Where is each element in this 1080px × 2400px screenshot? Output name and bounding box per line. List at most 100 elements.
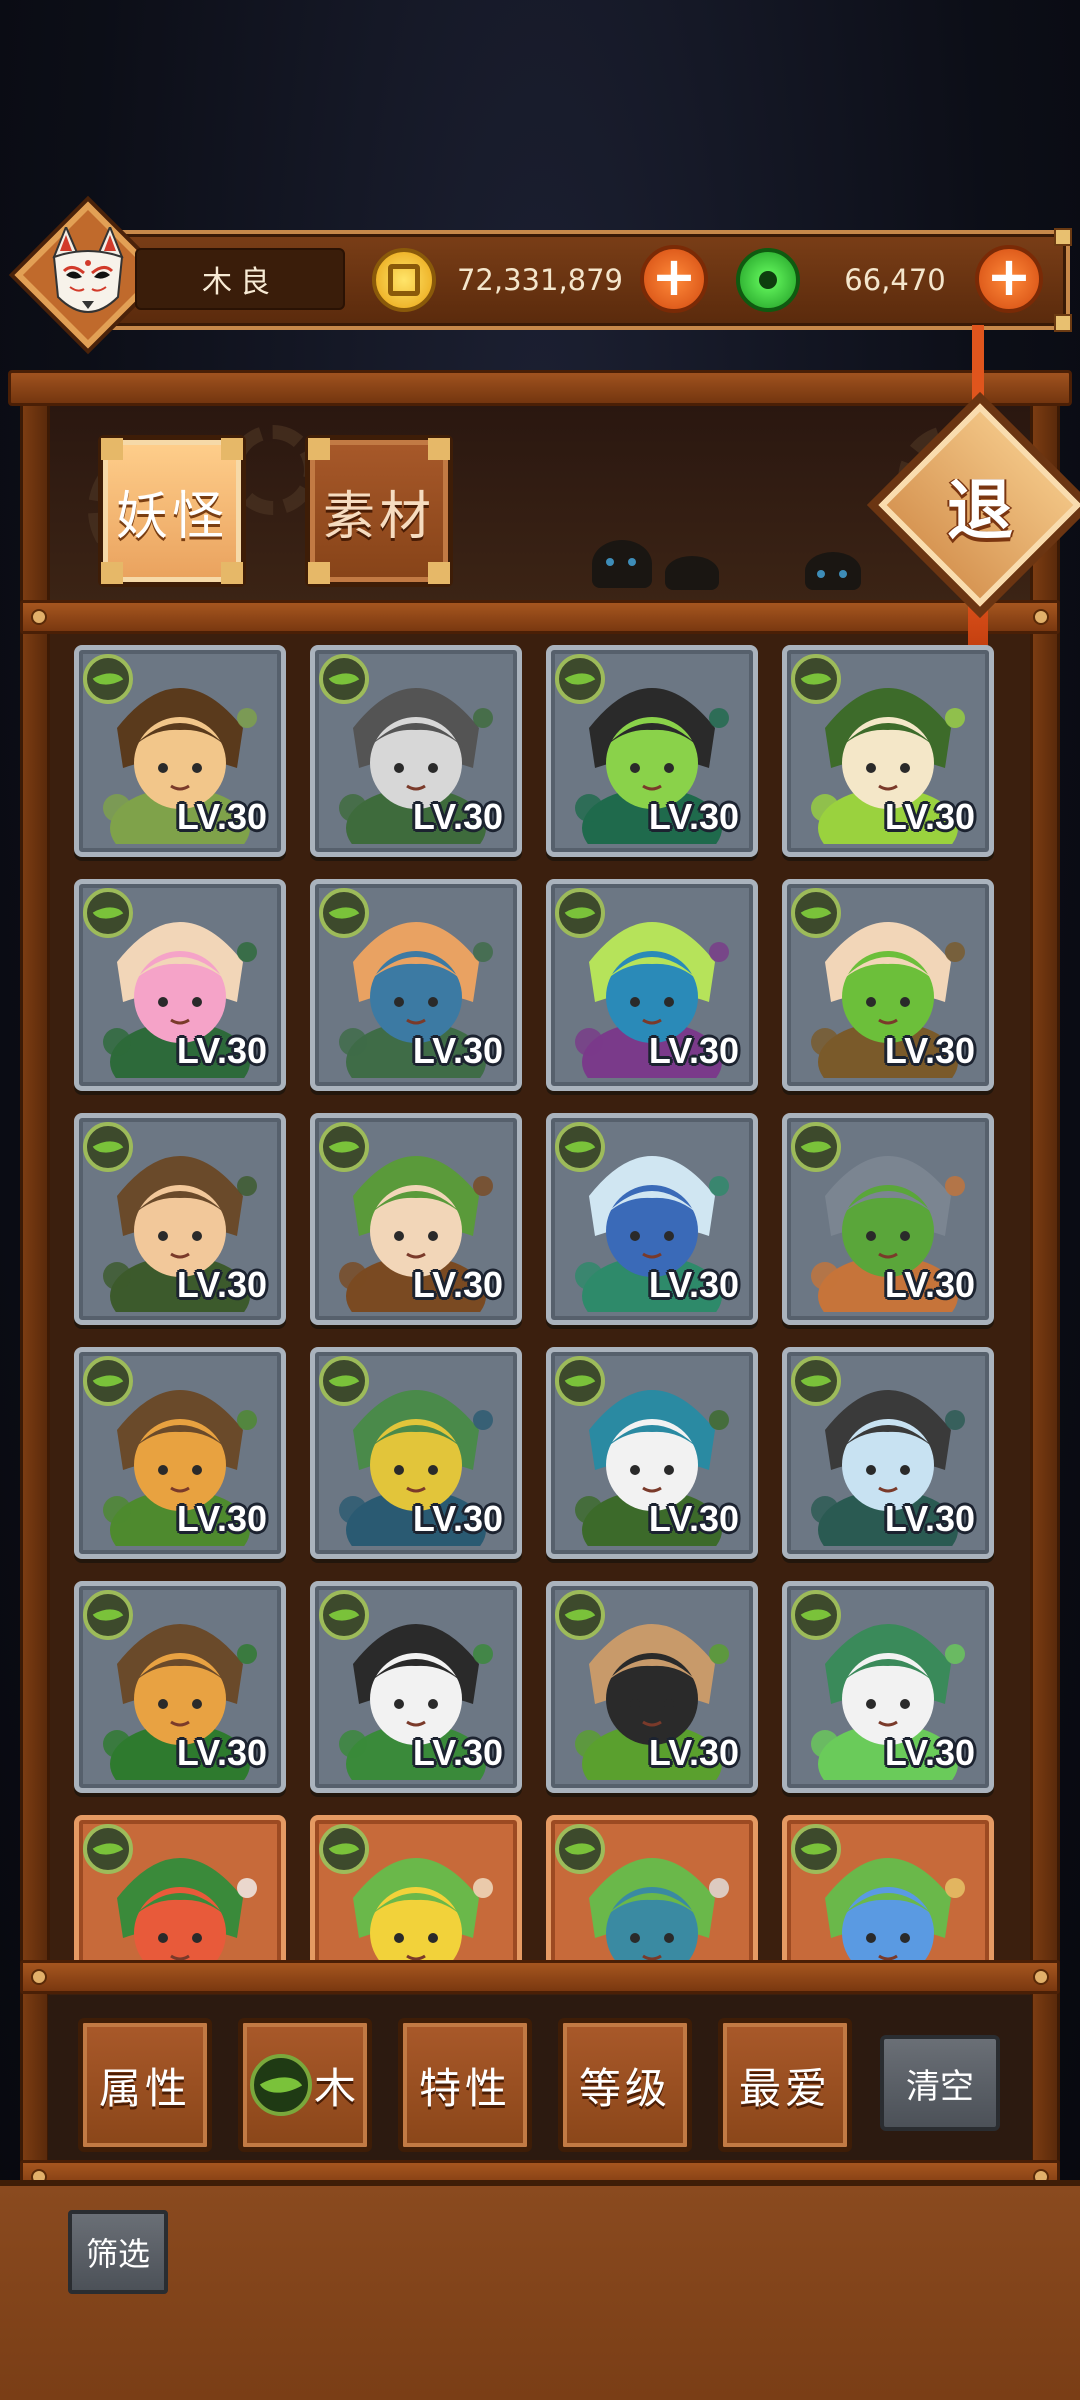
- bar-corner: [1054, 228, 1072, 246]
- leaf-icon: [249, 2054, 312, 2116]
- add-gold-button[interactable]: +: [640, 245, 708, 313]
- monster-card[interactable]: LV.30: [74, 645, 286, 857]
- jade-coin-icon: [736, 248, 800, 312]
- monster-card[interactable]: LV.30: [782, 1347, 994, 1559]
- monster-level: LV.30: [884, 1030, 975, 1071]
- monster-card[interactable]: LV.30: [310, 879, 522, 1091]
- wood-element-icon: [555, 888, 605, 938]
- monster-card[interactable]: LV.30: [74, 1581, 286, 1793]
- monster-card[interactable]: [310, 1815, 522, 1965]
- wood-element-icon: [791, 888, 841, 938]
- monster-level: LV.30: [412, 1732, 503, 1773]
- monster-card[interactable]: LV.30: [74, 1113, 286, 1325]
- wood-element-icon: [791, 1356, 841, 1406]
- monster-level: LV.30: [884, 1264, 975, 1305]
- add-jade-button[interactable]: +: [975, 245, 1043, 313]
- filter-label: 属性: [98, 2063, 191, 2113]
- clear-filter-button[interactable]: 清空: [880, 2035, 1000, 2131]
- filter-label: 等级: [578, 2063, 671, 2113]
- wood-element-icon: [83, 1356, 133, 1406]
- monster-level: LV.30: [648, 1264, 739, 1305]
- monster-level: LV.30: [412, 1030, 503, 1071]
- favorite-filter-button[interactable]: 最爱: [718, 2018, 852, 2152]
- monster-level: LV.30: [884, 1498, 975, 1539]
- monster-level: LV.30: [176, 1732, 267, 1773]
- wood-element-icon: [83, 888, 133, 938]
- tab-materials[interactable]: 素材: [305, 435, 453, 587]
- wood-element-icon: [791, 1824, 841, 1874]
- fox-mask-icon: [52, 227, 124, 313]
- monster-card[interactable]: LV.30: [546, 1581, 758, 1793]
- monster-level: LV.30: [176, 1030, 267, 1071]
- wood-element-icon: [555, 1824, 605, 1874]
- element-filter-button[interactable]: 木: [238, 2018, 372, 2152]
- wood-element-icon: [555, 1590, 605, 1640]
- monster-card[interactable]: LV.30: [782, 1581, 994, 1793]
- filter-label: 特性: [418, 2063, 511, 2113]
- jade-amount: 66,470: [844, 263, 946, 297]
- tab-label: 妖怪: [115, 486, 228, 547]
- wood-element-icon: [319, 888, 369, 938]
- wood-element-icon: [319, 1824, 369, 1874]
- monster-card[interactable]: LV.30: [782, 879, 994, 1091]
- wood-element-icon: [83, 1824, 133, 1874]
- monster-level: LV.30: [176, 1264, 267, 1305]
- trait-filter-button[interactable]: 特性: [398, 2018, 532, 2152]
- screen-button[interactable]: 筛选: [68, 2210, 168, 2294]
- monster-card[interactable]: LV.30: [310, 1581, 522, 1793]
- monster-card[interactable]: [74, 1815, 286, 1965]
- monster-card[interactable]: LV.30: [74, 1347, 286, 1559]
- shelf-beam: [20, 600, 1060, 634]
- monster-card[interactable]: LV.30: [310, 1347, 522, 1559]
- wood-element-icon: [791, 654, 841, 704]
- wood-element-icon: [83, 1122, 133, 1172]
- monster-card[interactable]: LV.30: [782, 1113, 994, 1325]
- player-name: 木良: [135, 248, 345, 310]
- cabinet-top-beam: [8, 370, 1072, 406]
- monster-level: LV.30: [884, 1732, 975, 1773]
- exit-label[interactable]: 退: [900, 425, 1060, 585]
- cabinet-left-post: [20, 400, 50, 2180]
- monster-level: LV.30: [648, 1030, 739, 1071]
- monster-grid: LV.30 LV.30 LV.30 LV.30 LV.30 LV.30 LV.30 LV.30…: [74, 645, 1010, 1965]
- monster-card[interactable]: LV.30: [74, 879, 286, 1091]
- cabinet-right-post: [1030, 400, 1060, 2180]
- monster-card[interactable]: [546, 1815, 758, 1965]
- filter-label: 木: [313, 2063, 360, 2113]
- monster-silhouette: [665, 556, 719, 590]
- wood-element-icon: [555, 1122, 605, 1172]
- wood-element-icon: [319, 654, 369, 704]
- gold-coin-icon: [372, 248, 436, 312]
- filter-label: 最爱: [738, 2063, 831, 2113]
- wood-element-icon: [555, 1356, 605, 1406]
- wood-element-icon: [83, 1590, 133, 1640]
- wood-element-icon: [791, 1122, 841, 1172]
- wood-element-icon: [319, 1356, 369, 1406]
- monster-card[interactable]: LV.30: [546, 645, 758, 857]
- monster-card[interactable]: LV.30: [782, 645, 994, 857]
- monster-card[interactable]: LV.30: [546, 879, 758, 1091]
- monster-level: LV.30: [176, 1498, 267, 1539]
- monster-level: LV.30: [648, 796, 739, 837]
- monster-level: LV.30: [884, 796, 975, 837]
- monster-card[interactable]: [782, 1815, 994, 1965]
- wood-element-icon: [83, 654, 133, 704]
- wood-element-icon: [319, 1122, 369, 1172]
- monster-level: LV.30: [648, 1498, 739, 1539]
- monster-card[interactable]: LV.30: [546, 1347, 758, 1559]
- gold-amount: 72,331,879: [456, 263, 624, 297]
- monster-card[interactable]: LV.30: [546, 1113, 758, 1325]
- monster-level: LV.30: [176, 796, 267, 837]
- monster-silhouette: [592, 540, 652, 588]
- monster-level: LV.30: [412, 796, 503, 837]
- monster-level: LV.30: [648, 1732, 739, 1773]
- monster-card[interactable]: LV.30: [310, 1113, 522, 1325]
- monster-card[interactable]: LV.30: [310, 645, 522, 857]
- wood-element-icon: [791, 1590, 841, 1640]
- tab-monsters[interactable]: 妖怪: [98, 435, 246, 587]
- bar-corner: [1054, 314, 1072, 332]
- wood-element-icon: [319, 1590, 369, 1640]
- monster-silhouette: [805, 552, 861, 590]
- attribute-filter-button[interactable]: 属性: [78, 2018, 212, 2152]
- level-filter-button[interactable]: 等级: [558, 2018, 692, 2152]
